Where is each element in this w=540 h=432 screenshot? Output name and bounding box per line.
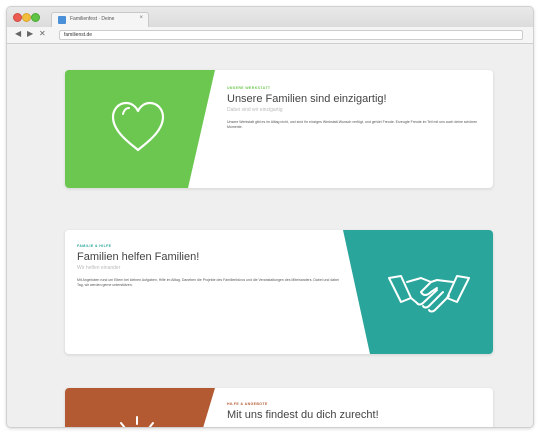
sun-icon xyxy=(120,416,154,427)
stop-icon[interactable]: ✕ xyxy=(39,29,46,39)
url-text[interactable]: familienst.de xyxy=(64,32,92,38)
address-bar[interactable]: familienst.de xyxy=(59,30,523,40)
section-subtitle: Dabei sind wir einzigartig xyxy=(227,107,283,113)
favicon-icon xyxy=(58,16,66,24)
close-window-button[interactable] xyxy=(13,13,22,22)
browser-titlebar: Familienfest · Deine × xyxy=(7,7,533,27)
section-body: Unsere Werkstatt gibt es im Alltag nicht… xyxy=(227,120,478,129)
section-card-find-your-way: Hilfe & Angebote Mit uns findest du dich… xyxy=(65,388,493,427)
section-eyebrow: Familie & Hilfe xyxy=(77,244,112,248)
section-text: Familie & Hilfe Familien helfen Familien… xyxy=(77,244,341,288)
section-body: Mit Angeboten rund um Eltern bei kleinen… xyxy=(77,278,339,287)
section-text: Hilfe & Angebote Mit uns findest du dich… xyxy=(227,402,487,422)
forward-arrow-icon[interactable]: ▶ xyxy=(27,29,33,39)
maximize-window-button[interactable] xyxy=(31,13,40,22)
section-eyebrow: Hilfe & Angebote xyxy=(227,402,268,406)
section-color-panel xyxy=(65,388,215,427)
section-card-families-unique: Unsere Werkstatt Unsere Familien sind ei… xyxy=(65,70,493,188)
handshake-icon xyxy=(388,275,470,313)
tab-title: Familienfest · Deine xyxy=(70,16,115,22)
section-card-families-help: Familie & Hilfe Familien helfen Familien… xyxy=(65,230,493,354)
browser-toolbar: ◀ ▶ ✕ familienst.de xyxy=(7,27,533,44)
section-title: Familien helfen Familien! xyxy=(77,251,200,263)
browser-window: Familienfest · Deine × ◀ ▶ ✕ familienst.… xyxy=(6,6,534,428)
section-subtitle: Wir helfen einander xyxy=(77,265,121,271)
section-color-panel xyxy=(65,70,215,188)
minimize-window-button[interactable] xyxy=(22,13,31,22)
back-arrow-icon[interactable]: ◀ xyxy=(15,29,21,39)
page-viewport: Unsere Werkstatt Unsere Familien sind ei… xyxy=(7,44,533,427)
section-text: Unsere Werkstatt Unsere Familien sind ei… xyxy=(227,86,487,130)
browser-tab[interactable]: Familienfest · Deine × xyxy=(51,12,149,27)
tab-close-icon[interactable]: × xyxy=(139,15,143,21)
section-title: Mit uns findest du dich zurecht! xyxy=(227,409,379,421)
section-color-panel xyxy=(343,230,493,354)
section-title: Unsere Familien sind einzigartig! xyxy=(227,93,387,105)
heart-icon xyxy=(111,101,165,152)
section-eyebrow: Unsere Werkstatt xyxy=(227,86,271,90)
